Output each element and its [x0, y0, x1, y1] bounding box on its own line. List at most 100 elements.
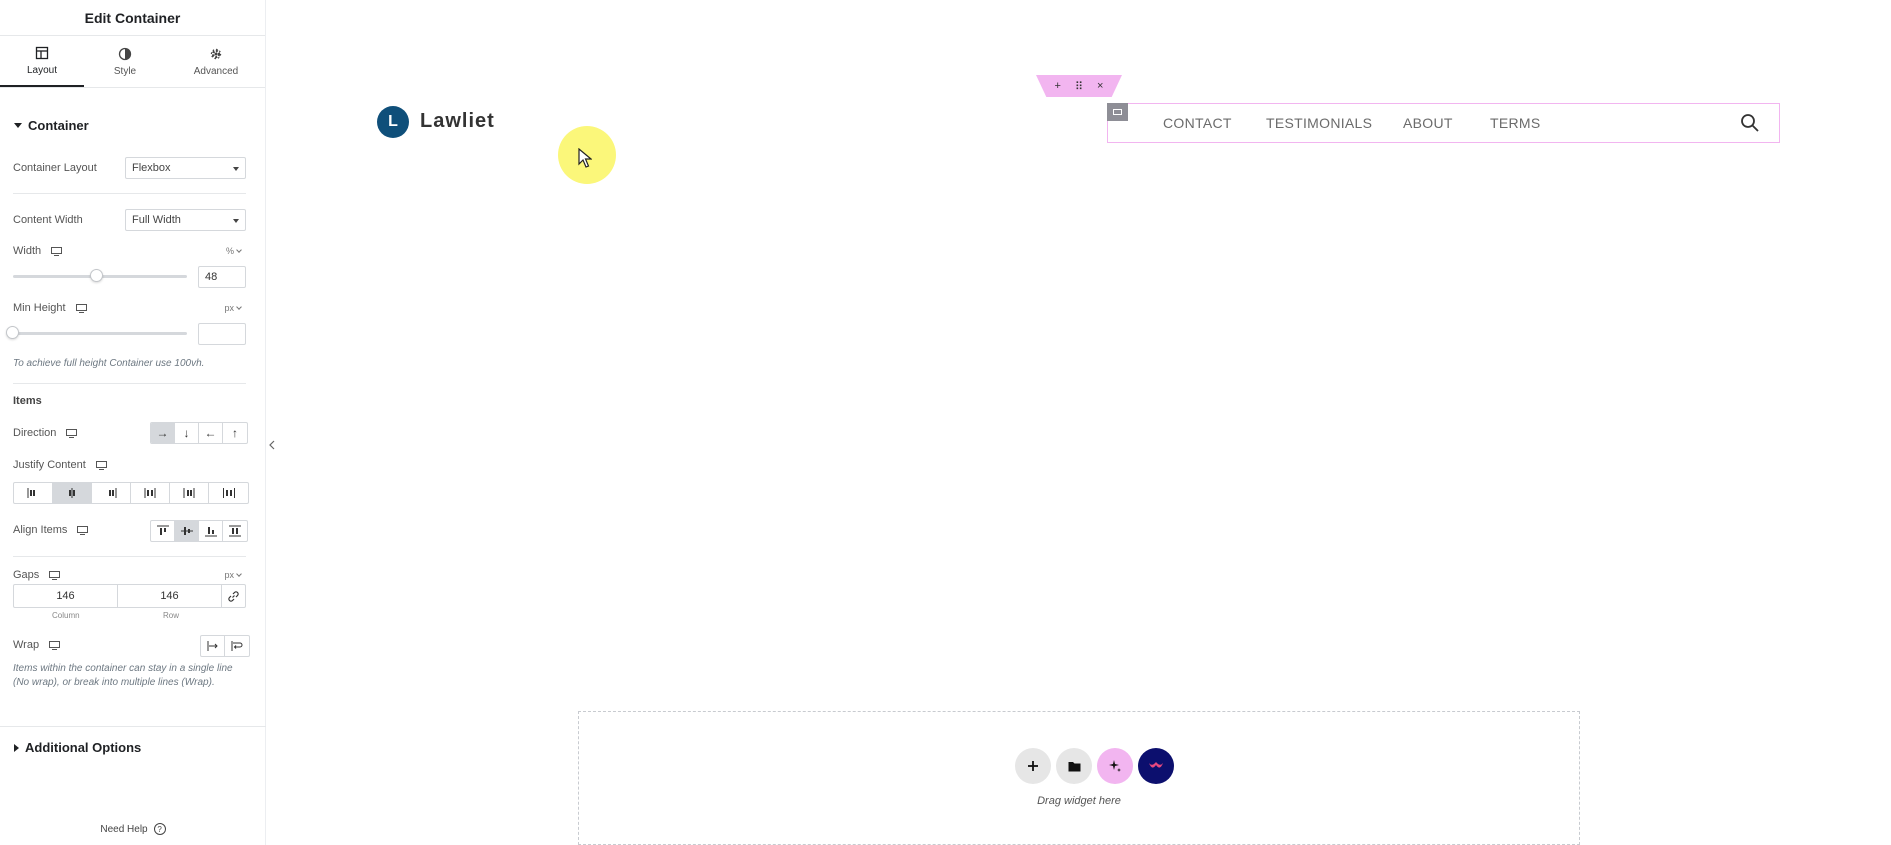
direction-row-button[interactable]: → [151, 423, 175, 443]
justify-content-options [13, 482, 249, 504]
nav-link-testimonials[interactable]: TESTIMONIALS [1266, 115, 1372, 131]
chevron-down-icon [233, 219, 239, 223]
collapse-panel-button[interactable] [266, 430, 278, 460]
width-input[interactable]: 48 [198, 266, 246, 288]
min-height-slider-handle[interactable] [6, 326, 19, 339]
add-section-button[interactable] [1015, 748, 1051, 784]
divider [13, 556, 246, 557]
justify-space-between-icon [144, 488, 156, 498]
align-end-icon [204, 527, 217, 537]
wrap-label: Wrap [13, 639, 40, 651]
container-layout-value: Flexbox [132, 162, 171, 174]
desktop-icon[interactable] [95, 460, 107, 470]
add-template-button[interactable] [1056, 748, 1092, 784]
min-height-hint: To achieve full height Container use 100… [13, 358, 205, 369]
tab-layout-label: Layout [26, 64, 58, 76]
gap-row-input[interactable]: 146 [118, 585, 222, 607]
gap-column-input[interactable]: 146 [14, 585, 118, 607]
align-end-button[interactable] [199, 521, 223, 541]
justify-space-between-button[interactable] [131, 483, 170, 503]
no-wrap-button[interactable] [201, 636, 225, 656]
desktop-icon[interactable] [75, 303, 87, 313]
need-help-label: Need Help [100, 823, 148, 835]
wrap-hint: Items within the container can stay in a… [13, 663, 233, 688]
gaps-unit-select[interactable]: px [224, 570, 242, 580]
justify-space-around-button[interactable] [170, 483, 209, 503]
widget-edit-handle[interactable] [1107, 103, 1128, 121]
desktop-icon[interactable] [66, 428, 78, 438]
caret-right-icon [14, 743, 19, 752]
justify-center-button[interactable] [53, 483, 92, 503]
desktop-icon[interactable] [77, 525, 89, 535]
justify-label-row: Justify Content [13, 459, 107, 471]
justify-space-evenly-icon [222, 488, 235, 498]
align-center-icon [180, 527, 193, 535]
content-width-label: Content Width [13, 214, 83, 226]
container-layout-select[interactable]: Flexbox [125, 157, 246, 179]
gap-row-caption: Row [163, 611, 180, 620]
align-items-options [150, 520, 248, 542]
plus-icon [1028, 761, 1038, 771]
justify-end-button[interactable] [92, 483, 131, 503]
site-logo-text[interactable]: Lawliet [420, 110, 495, 133]
divider [0, 726, 266, 727]
nav-link-terms[interactable]: TERMS [1490, 115, 1541, 131]
content-width-value: Full Width [132, 214, 181, 226]
mouse-cursor-icon [578, 148, 592, 168]
tab-style-label: Style [113, 65, 137, 77]
min-height-input[interactable] [198, 323, 246, 345]
chevron-down-icon [236, 303, 242, 310]
search-icon[interactable] [1740, 113, 1760, 133]
align-items-label-row: Align Items [13, 524, 89, 536]
no-wrap-icon [207, 641, 218, 651]
desktop-icon[interactable] [51, 246, 63, 256]
nav-link-contact[interactable]: CONTACT [1163, 115, 1232, 131]
tab-advanced-label: Advanced [193, 65, 239, 77]
direction-row-reverse-button[interactable]: ← [199, 423, 223, 443]
chevron-down-icon [236, 570, 242, 577]
add-element-button[interactable]: + [1055, 80, 1061, 92]
nav-link-about[interactable]: ABOUT [1403, 115, 1453, 131]
sparkle-icon [1109, 760, 1121, 772]
additional-options-toggle[interactable]: Additional Options [14, 740, 141, 755]
tab-advanced[interactable]: Advanced [166, 36, 266, 87]
widget-icon [1113, 109, 1122, 115]
gaps-inputs: 146 146 [13, 584, 246, 608]
justify-end-icon [109, 488, 117, 498]
align-start-button[interactable] [151, 521, 175, 541]
brand-plugin-button[interactable] [1138, 748, 1174, 784]
delete-element-button[interactable]: × [1097, 80, 1103, 92]
desktop-icon[interactable] [49, 640, 61, 650]
justify-center-icon [69, 488, 75, 498]
chevron-down-icon [236, 246, 242, 253]
ai-generate-button[interactable] [1097, 748, 1133, 784]
items-subtitle: Items [13, 395, 42, 407]
tab-style[interactable]: Style [84, 36, 166, 87]
need-help-link[interactable]: Need Help ? [0, 823, 266, 835]
direction-column-button[interactable]: ↓ [175, 423, 199, 443]
min-height-unit-select[interactable]: px [224, 303, 242, 313]
width-unit-select[interactable]: % [226, 246, 242, 256]
container-section-toggle[interactable]: Container [14, 118, 89, 133]
nav-element-toolbar: + ⠿ × [1036, 75, 1122, 97]
width-slider-handle[interactable] [90, 269, 104, 282]
editor-panel: Edit Container Layout Style Advanced Con… [0, 0, 266, 845]
brand-logo-icon [1149, 762, 1163, 768]
site-logo-mark[interactable]: L [377, 106, 409, 138]
min-height-slider-track[interactable] [13, 332, 187, 335]
panel-title: Edit Container [0, 0, 265, 36]
content-width-select[interactable]: Full Width [125, 209, 246, 231]
caret-down-icon [14, 123, 22, 128]
tab-layout[interactable]: Layout [0, 36, 84, 87]
desktop-icon[interactable] [49, 570, 61, 580]
direction-options: → ↓ ← ↑ [150, 422, 248, 444]
link-values-button[interactable] [222, 585, 245, 607]
justify-space-evenly-button[interactable] [209, 483, 248, 503]
wrap-button[interactable] [225, 636, 249, 656]
justify-start-button[interactable] [14, 483, 53, 503]
align-center-button[interactable] [175, 521, 199, 541]
direction-column-reverse-button[interactable]: ↑ [223, 423, 247, 443]
align-stretch-button[interactable] [223, 521, 247, 541]
drag-handle-button[interactable]: ⠿ [1075, 80, 1083, 93]
chevron-left-icon [269, 440, 275, 450]
